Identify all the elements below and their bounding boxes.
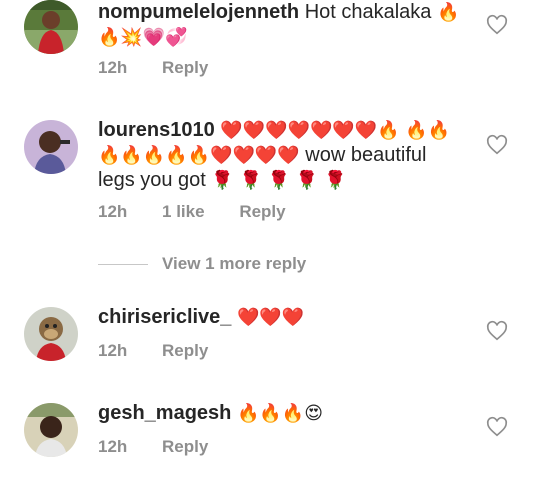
avatar[interactable] [24, 307, 78, 361]
comment-meta: 12h Reply [98, 341, 238, 361]
reply-button[interactable]: Reply [162, 58, 208, 77]
likes-count[interactable]: 1 like [162, 202, 205, 221]
like-heart-icon[interactable] [486, 416, 508, 438]
reply-button[interactable]: Reply [162, 341, 208, 360]
comment-timestamp[interactable]: 12h [98, 58, 127, 77]
like-heart-icon[interactable] [486, 320, 508, 342]
comment-username[interactable]: lourens1010 [98, 119, 215, 141]
comment-emojis: 🌹 🌹 🌹 🌹 🌹 [211, 170, 347, 191]
divider-line [98, 263, 148, 265]
user-photo-icon [24, 403, 78, 457]
avatar[interactable] [24, 120, 78, 174]
like-heart-icon[interactable] [486, 14, 508, 36]
comment-timestamp[interactable]: 12h [98, 437, 127, 456]
user-photo-icon [24, 120, 78, 174]
comment-meta: 12h 1 like Reply [98, 202, 316, 222]
reply-button[interactable]: Reply [162, 437, 208, 456]
comment-emojis: ❤️❤️❤️❤️❤️❤️❤️🔥 [220, 120, 400, 141]
comment-timestamp[interactable]: 12h [98, 202, 127, 221]
comment-emojis: ❤️❤️❤️ [237, 307, 305, 328]
comment-text: Hot chakalaka [304, 1, 432, 23]
comment-username[interactable]: chirisericlive_ [98, 306, 231, 328]
comment-emojis: 🔥🔥🔥😍 [236, 403, 323, 424]
comment-timestamp[interactable]: 12h [98, 341, 127, 360]
ape-nft-icon [24, 307, 78, 361]
user-photo-icon [24, 0, 78, 54]
comment-meta: 12h Reply [98, 437, 238, 457]
reply-button[interactable]: Reply [239, 202, 285, 221]
comment-username[interactable]: nompumelelojenneth [98, 1, 299, 23]
comment-username[interactable]: gesh_magesh [98, 402, 231, 424]
avatar[interactable] [24, 403, 78, 457]
avatar[interactable] [24, 0, 78, 54]
like-heart-icon[interactable] [486, 134, 508, 156]
comment-meta: 12h Reply [98, 58, 238, 78]
view-more-replies-label: View 1 more reply [162, 254, 307, 273]
view-more-replies[interactable]: View 1 more reply [98, 252, 306, 276]
